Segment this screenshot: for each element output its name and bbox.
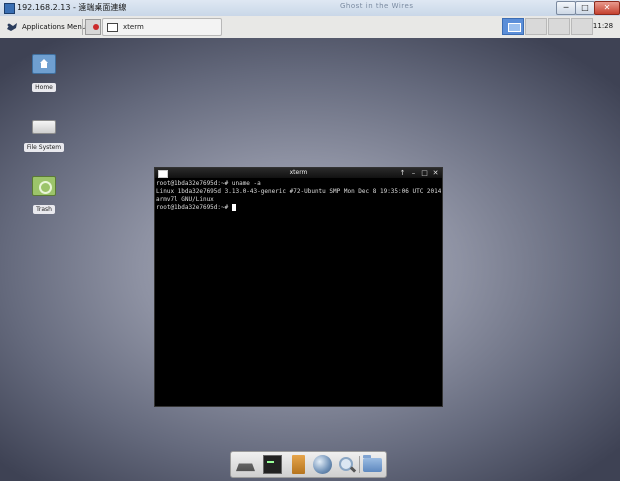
xterm-minimize-button[interactable]: – <box>409 168 418 178</box>
taskbar-item-xterm[interactable]: xterm <box>102 18 222 36</box>
workspace-1[interactable] <box>502 18 524 35</box>
xterm-titlebar[interactable]: xterm ↑ – □ ✕ <box>155 168 442 178</box>
terminal-line: root@1bda32e7695d:~# uname -a <box>156 180 261 187</box>
terminal-line: armv7l GNU/Linux <box>156 196 214 203</box>
terminal-cursor <box>231 204 236 211</box>
top-panel: Applications Menu xterm 11:28 <box>0 16 620 39</box>
terminal-icon[interactable] <box>263 455 282 474</box>
web-browser-icon[interactable] <box>313 455 332 474</box>
drive-icon <box>32 120 56 134</box>
desktop-icon-label: File System <box>23 143 65 152</box>
roll-up-button[interactable]: ↑ <box>398 168 407 178</box>
maximize-button[interactable]: □ <box>575 1 595 15</box>
panel-separator <box>82 19 83 35</box>
terminal-prompt-line[interactable]: root@1bda32e7695d:~# <box>156 204 441 212</box>
home-folder-icon <box>32 54 56 74</box>
dock-separator <box>359 456 360 473</box>
xfce-mouse-icon <box>7 23 17 31</box>
terminal-line: Linux 1bda32e7695d 3.13.0-43-generic #72… <box>156 188 441 195</box>
desktop: Home File System Trash xterm ↑ – □ ✕ roo… <box>0 38 620 481</box>
desktop-icon-filesystem[interactable]: File System <box>19 115 69 153</box>
close-button[interactable]: ✕ <box>594 1 620 15</box>
window-icon <box>107 22 118 32</box>
remote-desktop-icon <box>4 3 15 14</box>
desktop-icon-trash[interactable]: Trash <box>19 176 69 215</box>
bottom-dock <box>230 451 387 478</box>
taskbar-item-label: xterm <box>123 23 144 31</box>
workspace-3[interactable] <box>548 18 570 35</box>
trash-icon <box>32 176 56 196</box>
desktop-icon-home[interactable]: Home <box>19 54 69 93</box>
remote-desktop-ghost-title: Ghost in the Wires <box>340 2 414 10</box>
workspace-2[interactable] <box>525 18 547 35</box>
applications-menu-label: Applications Menu <box>22 23 87 31</box>
panel-clock[interactable]: 11:28 <box>592 18 614 35</box>
show-desktop-icon[interactable] <box>236 463 255 472</box>
desktop-icon-label: Trash <box>33 205 55 214</box>
workspace-4[interactable] <box>571 18 593 35</box>
remote-desktop-titlebar: 192.168.2.13 - 遠端桌面連線 Ghost in the Wires… <box>0 0 620 17</box>
applications-menu-button[interactable]: Applications Menu <box>2 18 89 36</box>
desktop-icon-label: Home <box>32 83 56 92</box>
terminal-launcher-icon[interactable] <box>85 19 101 35</box>
xterm-window[interactable]: xterm ↑ – □ ✕ root@1bda32e7695d:~# uname… <box>154 167 443 407</box>
file-manager-icon[interactable] <box>292 455 305 474</box>
xterm-maximize-button[interactable]: □ <box>420 168 429 178</box>
app-finder-icon[interactable] <box>337 455 356 474</box>
terminal-prompt: root@1bda32e7695d:~# <box>156 204 232 211</box>
terminal-output[interactable]: root@1bda32e7695d:~# uname -a Linux 1bda… <box>156 180 441 405</box>
remote-desktop-title: 192.168.2.13 - 遠端桌面連線 <box>17 3 127 12</box>
folder-icon[interactable] <box>363 455 382 472</box>
minimize-button[interactable]: ─ <box>556 1 576 15</box>
xterm-close-button[interactable]: ✕ <box>431 168 440 178</box>
